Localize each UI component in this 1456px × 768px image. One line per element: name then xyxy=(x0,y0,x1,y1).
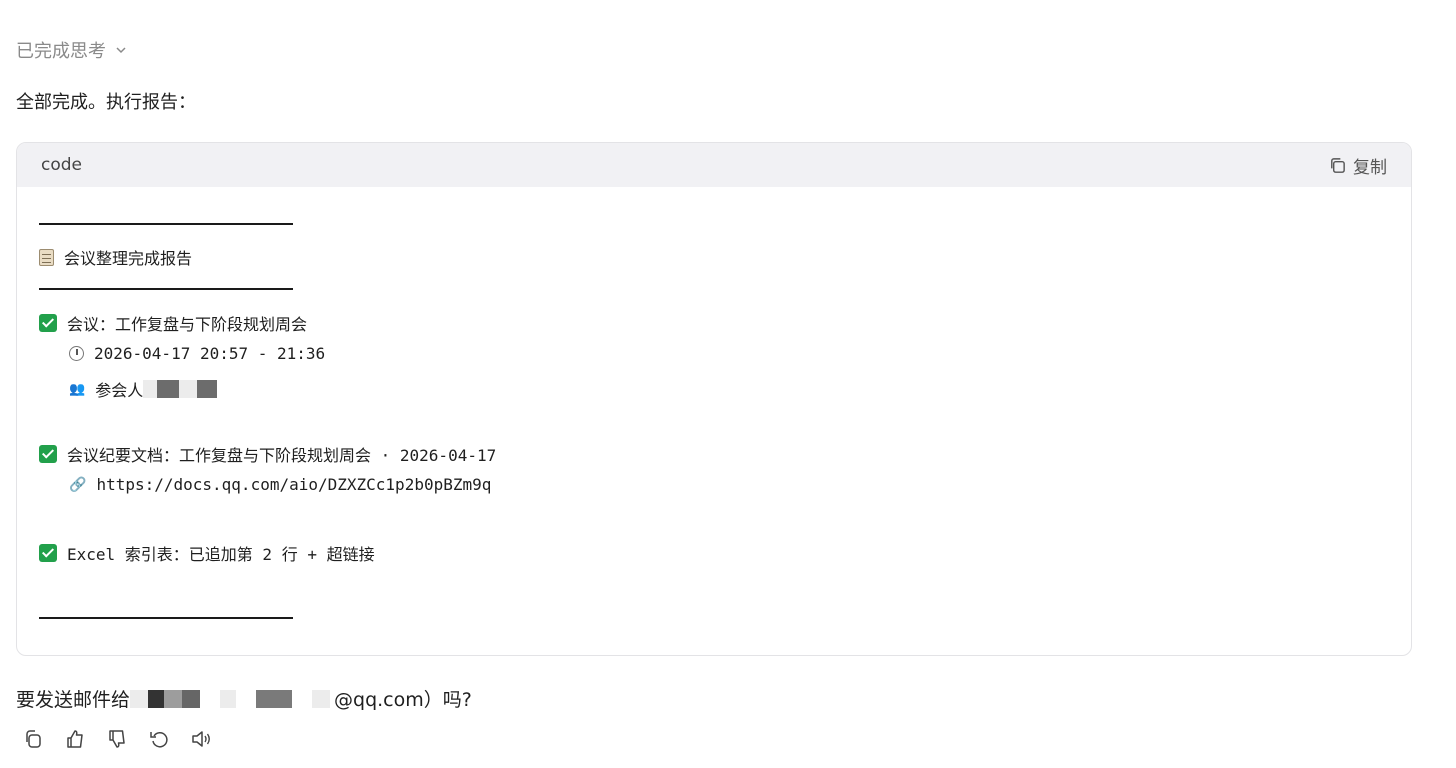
chevron-down-icon xyxy=(116,47,126,54)
doc-url[interactable]: https://docs.qq.com/aio/DZXZCc1p2b0pBZm9… xyxy=(96,475,491,494)
time-line: 2026-04-17 20:57 - 21:36 xyxy=(69,344,325,363)
thumbs-down-icon xyxy=(109,730,125,748)
like-button[interactable] xyxy=(64,728,86,750)
email-question: 要发送邮件给 @qq.com）吗? xyxy=(16,685,472,712)
copy-label: 复制 xyxy=(1353,157,1387,178)
doc-text: 会议纪要文档：工作复盘与下阶段规划周会 · 2026-04-17 xyxy=(67,446,497,465)
redacted-attendees xyxy=(143,380,218,398)
report-title-line: 会议整理完成报告 xyxy=(39,245,192,269)
code-language-label: code xyxy=(41,155,82,175)
copy-icon xyxy=(26,730,41,748)
check-icon xyxy=(39,445,57,463)
divider-middle xyxy=(39,288,293,290)
copy-message-button[interactable] xyxy=(22,728,44,750)
excel-text: Excel 索引表：已追加第 2 行 + 超链接 xyxy=(67,545,375,564)
thinking-label: 已完成思考 xyxy=(16,41,106,62)
thumbs-up-icon xyxy=(67,730,83,748)
divider-bottom xyxy=(39,617,293,619)
check-icon xyxy=(39,544,57,562)
meeting-line: 会议：工作复盘与下阶段规划周会 xyxy=(39,311,307,335)
doc-link-line: 🔗 https://docs.qq.com/aio/DZXZCc1p2b0pBZ… xyxy=(69,475,491,494)
regenerate-button[interactable] xyxy=(148,728,170,750)
clipboard-icon xyxy=(39,248,54,266)
time-text: 2026-04-17 20:57 - 21:36 xyxy=(94,344,326,363)
doc-line: 会议纪要文档：工作复盘与下阶段规划周会 · 2026-04-17 xyxy=(39,442,496,466)
check-icon xyxy=(39,314,57,332)
link-icon: 🔗 xyxy=(69,476,87,493)
divider-top xyxy=(39,223,293,225)
question-prefix: 要发送邮件给 xyxy=(16,689,131,711)
attendees-label: 参会人 xyxy=(95,381,144,400)
code-header: code 复制 xyxy=(17,143,1411,187)
code-block: code 复制 会议整理完成报告 会议：工作复盘与下阶段规划周会 2026-04… xyxy=(16,142,1412,656)
message-actions xyxy=(22,728,212,750)
report-title: 会议整理完成报告 xyxy=(64,249,193,268)
regenerate-icon xyxy=(150,732,168,748)
thinking-toggle[interactable]: 已完成思考 xyxy=(16,37,128,63)
redacted-recipient xyxy=(130,689,331,708)
speaker-icon xyxy=(192,731,210,747)
people-icon: 👥 xyxy=(69,381,86,397)
intro-text: 全部完成。执行报告： xyxy=(16,92,196,113)
copy-button[interactable]: 复制 xyxy=(1328,153,1387,178)
clock-icon xyxy=(69,346,84,361)
dislike-button[interactable] xyxy=(106,728,128,750)
attendees-line: 👥 参会人 xyxy=(69,377,218,401)
meeting-text: 会议：工作复盘与下阶段规划周会 xyxy=(67,315,308,334)
copy-icon xyxy=(1331,157,1345,173)
read-aloud-button[interactable] xyxy=(190,728,212,750)
question-suffix: @qq.com）吗? xyxy=(334,689,472,711)
excel-line: Excel 索引表：已追加第 2 行 + 超链接 xyxy=(39,541,375,565)
